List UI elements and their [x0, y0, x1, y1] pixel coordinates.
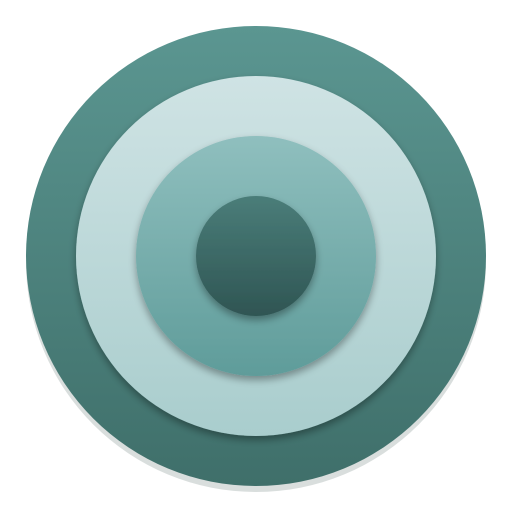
target-icon: [26, 26, 486, 492]
target-icon-canvas: [0, 0, 512, 512]
bullseye-center: [196, 196, 316, 316]
